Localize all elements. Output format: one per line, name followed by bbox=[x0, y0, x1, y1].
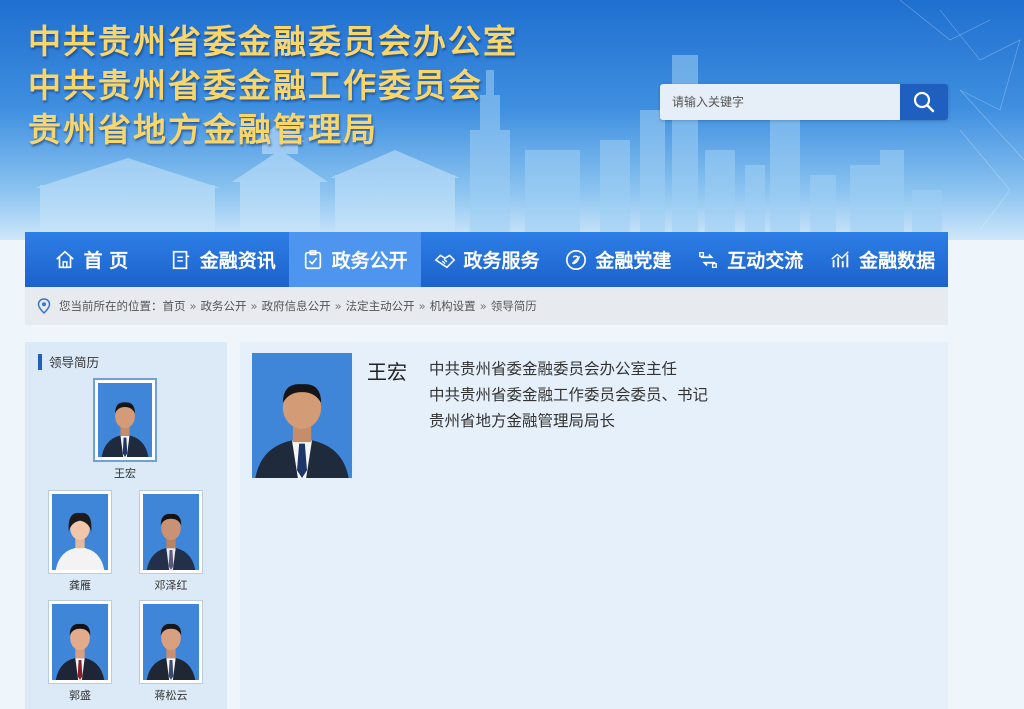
leader-name-heading: 王宏 bbox=[367, 360, 407, 384]
leader-photo bbox=[93, 378, 157, 462]
breadcrumb-item-government-affairs[interactable]: 政务公开 bbox=[201, 298, 247, 314]
search-box bbox=[660, 84, 948, 120]
nav-item-label: 政务公开 bbox=[331, 250, 408, 272]
leader-card[interactable]: 蒋松云 bbox=[139, 600, 203, 703]
breadcrumb-item-active-disclosure[interactable]: 法定主动公开 bbox=[346, 298, 415, 314]
position-line: 中共贵州省委金融工作委员会委员、书记 bbox=[429, 386, 709, 404]
search-icon bbox=[913, 91, 935, 113]
leader-name: 龚雁 bbox=[69, 579, 91, 592]
party-emblem-icon bbox=[566, 249, 587, 270]
chart-icon bbox=[831, 250, 849, 267]
nav-item-label: 金融资讯 bbox=[199, 250, 276, 272]
leader-photo bbox=[48, 600, 112, 684]
breadcrumb-item-home[interactable]: 首页 bbox=[163, 298, 186, 314]
breadcrumb-separator: » bbox=[479, 299, 487, 313]
nav-item-home[interactable]: 首 页 bbox=[25, 232, 157, 287]
nav-item-party-building[interactable]: 金融党建 bbox=[552, 232, 684, 287]
leader-name: 蒋松云 bbox=[154, 689, 188, 702]
leader-card[interactable]: 邓泽红 bbox=[139, 490, 203, 593]
breadcrumb-item-info-disclosure[interactable]: 政府信息公开 bbox=[262, 298, 331, 314]
leader-name: 王宏 bbox=[114, 467, 136, 480]
leader-photo bbox=[139, 490, 203, 574]
header-accent-bar bbox=[38, 353, 42, 370]
nav-item-label: 金融党建 bbox=[595, 250, 672, 272]
site-title-line: 中共贵州省委金融工作委员会 bbox=[28, 66, 483, 105]
document-icon bbox=[172, 250, 190, 269]
leader-list-panel: 领导简历 王宏 龚雁 邓泽红 郭盛 蒋松云 bbox=[25, 342, 227, 709]
main-nav: 首 页 金融资讯 政务公开 政务服务 金融党建 互动交流 金融数据 bbox=[25, 232, 948, 287]
panel-title: 领导简历 bbox=[49, 355, 100, 370]
handshake-icon bbox=[434, 253, 455, 268]
header-banner: 中共贵州省委金融委员会办公室 中共贵州省委金融工作委员会 贵州省地方金融管理局 bbox=[0, 0, 1024, 240]
breadcrumb-prefix: 您当前所在的位置： bbox=[59, 299, 163, 313]
leader-photo bbox=[48, 490, 112, 574]
site-title-line: 贵州省地方金融管理局 bbox=[28, 110, 378, 149]
breadcrumb-item-organization[interactable]: 机构设置 bbox=[430, 298, 476, 314]
breadcrumb-item-leader-profiles[interactable]: 领导简历 bbox=[491, 298, 537, 314]
nav-item-financial-data[interactable]: 金融数据 bbox=[816, 232, 948, 287]
leader-positions: 中共贵州省委金融委员会办公室主任 中共贵州省委金融工作委员会委员、书记 贵州省地… bbox=[429, 356, 708, 434]
nav-item-label: 首 页 bbox=[83, 250, 129, 272]
location-pin-icon bbox=[37, 298, 51, 314]
breadcrumb-separator: » bbox=[189, 299, 197, 313]
nav-item-label: 政务服务 bbox=[463, 250, 540, 272]
leader-photo bbox=[139, 600, 203, 684]
nav-item-interaction[interactable]: 互动交流 bbox=[684, 232, 816, 287]
search-input[interactable] bbox=[660, 84, 900, 120]
nav-item-label: 互动交流 bbox=[727, 250, 804, 272]
leader-card[interactable]: 龚雁 bbox=[48, 490, 112, 593]
leader-detail-panel: 王宏 中共贵州省委金融委员会办公室主任 中共贵州省委金融工作委员会委员、书记 贵… bbox=[240, 342, 948, 709]
checklist-icon bbox=[304, 249, 321, 269]
leader-card[interactable]: 王宏 bbox=[93, 378, 157, 481]
nav-item-services[interactable]: 政务服务 bbox=[421, 232, 553, 287]
nav-item-label: 金融数据 bbox=[859, 250, 936, 272]
leader-name: 郭盛 bbox=[69, 689, 91, 702]
exchange-icon bbox=[699, 251, 718, 268]
breadcrumb-separator: » bbox=[250, 299, 258, 313]
panel-header: 领导简历 bbox=[38, 352, 99, 371]
home-icon bbox=[55, 250, 74, 268]
leader-name: 邓泽红 bbox=[154, 579, 188, 592]
position-line: 贵州省地方金融管理局局长 bbox=[429, 412, 616, 430]
site-titles: 中共贵州省委金融委员会办公室 中共贵州省委金融工作委员会 贵州省地方金融管理局 bbox=[28, 20, 518, 152]
breadcrumb: 您当前所在的位置： 首页 » 政务公开 » 政府信息公开 » 法定主动公开 » … bbox=[25, 287, 948, 325]
nav-item-government-affairs[interactable]: 政务公开 bbox=[288, 232, 421, 287]
breadcrumb-separator: » bbox=[418, 299, 426, 313]
breadcrumb-separator: » bbox=[334, 299, 342, 313]
search-button[interactable] bbox=[900, 84, 948, 120]
position-line: 中共贵州省委金融委员会办公室主任 bbox=[429, 360, 678, 378]
leader-card[interactable]: 郭盛 bbox=[48, 600, 112, 703]
nav-item-news[interactable]: 金融资讯 bbox=[157, 232, 289, 287]
site-title-line: 中共贵州省委金融委员会办公室 bbox=[28, 22, 518, 61]
leader-portrait bbox=[252, 353, 352, 478]
